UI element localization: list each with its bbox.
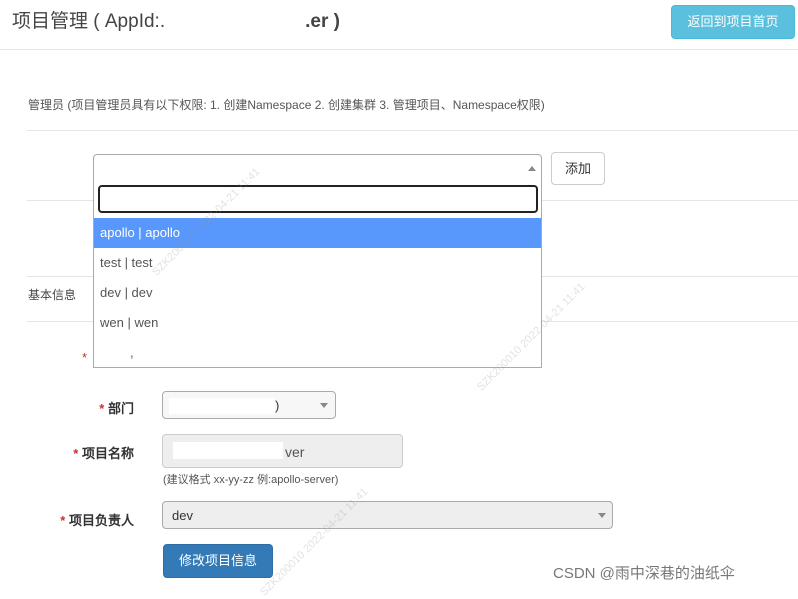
dropdown-option[interactable]: wen | wen	[94, 308, 541, 338]
dept-select[interactable]: )	[162, 391, 336, 419]
project-name-label-text: 项目名称	[81, 446, 134, 461]
redacted-region	[173, 442, 283, 459]
dropdown-option[interactable]: ,	[94, 338, 541, 368]
redacted-region	[165, 12, 306, 31]
owner-label: * 项目负责人	[44, 510, 134, 529]
dropdown-option[interactable]: apollo | apollo	[94, 218, 541, 248]
add-admin-button[interactable]: 添加	[551, 152, 605, 185]
required-mark: *	[73, 446, 79, 461]
owner-label-text: 项目负责人	[68, 513, 134, 528]
header-divider	[0, 49, 798, 50]
back-to-home-button[interactable]: 返回到项目首页	[671, 5, 795, 39]
page-title-prefix: 项目管理 ( AppId:.	[12, 11, 166, 32]
chevron-up-icon	[528, 166, 536, 171]
basic-info-heading: 基本信息	[28, 288, 77, 302]
dropdown-option[interactable]: test | test	[94, 248, 541, 278]
admin-user-dropdown: apollo | apollo test | test dev | dev we…	[93, 181, 542, 368]
project-name-hint: (建议格式 xx-yy-zz 例:apollo-server)	[163, 474, 339, 486]
required-mark: *	[82, 350, 88, 365]
owner-select[interactable]: dev	[162, 501, 613, 529]
required-mark: *	[99, 401, 105, 416]
save-project-button[interactable]: 修改项目信息	[163, 544, 273, 578]
project-name-label: * 项目名称	[60, 443, 134, 462]
dropdown-option[interactable]: dev | dev	[94, 278, 541, 308]
dept-select-value: )	[275, 398, 280, 413]
project-name-value: ver	[285, 444, 305, 460]
redacted-region	[169, 398, 275, 414]
chevron-down-icon	[598, 513, 606, 518]
admin-permission-note: 管理员 (项目管理员具有以下权限: 1. 创建Namespace 2. 创建集群…	[28, 98, 545, 112]
admin-user-select[interactable]	[93, 154, 542, 182]
page-title: 项目管理 ( AppId:. .er )	[12, 6, 340, 33]
csdn-footer: CSDN @雨中深巷的油纸伞	[553, 565, 735, 582]
chevron-down-icon	[320, 403, 328, 408]
page-title-suffix: .er )	[305, 11, 340, 32]
required-mark: *	[60, 513, 66, 528]
dept-label-text: 部门	[107, 401, 134, 416]
dropdown-search-input[interactable]	[98, 185, 538, 213]
project-name-input[interactable]: ver	[162, 434, 403, 468]
owner-select-value: dev	[172, 508, 193, 523]
admin-divider	[27, 130, 798, 131]
dept-label: * 部门	[80, 398, 134, 417]
